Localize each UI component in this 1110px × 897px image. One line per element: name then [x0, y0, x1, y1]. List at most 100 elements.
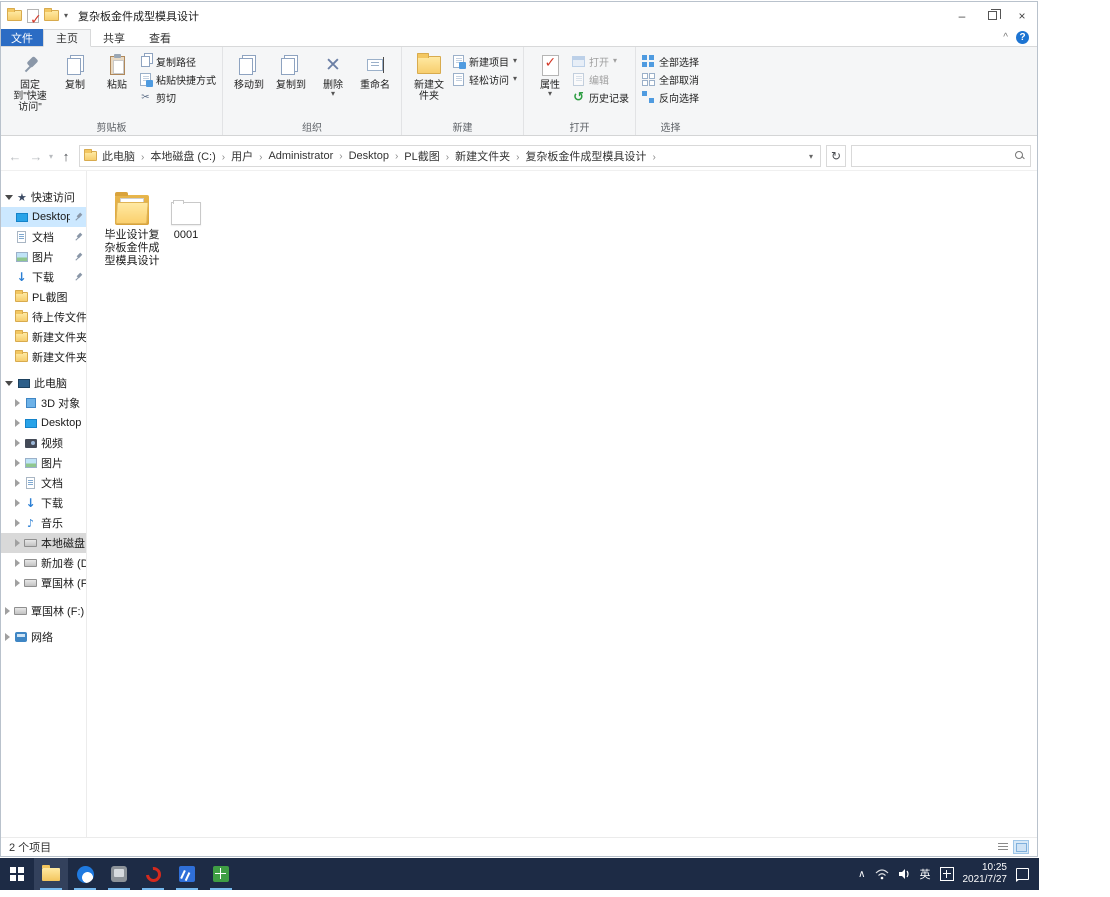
- paste-button[interactable]: 粘贴: [97, 50, 137, 93]
- file-tile-folder[interactable]: 毕业设计复杂板金件成型模具设计: [99, 185, 165, 270]
- sidebar-item-videos[interactable]: 视频: [1, 433, 86, 453]
- hidden-icons-chevron-icon[interactable]: ∧: [858, 869, 865, 880]
- chevron-right-icon[interactable]: [15, 399, 20, 407]
- start-button[interactable]: [0, 858, 34, 890]
- ime-keyboard-icon[interactable]: [939, 867, 954, 881]
- minimize-button[interactable]: –: [947, 2, 977, 29]
- easy-access-button[interactable]: 轻松访问 ▾: [452, 72, 517, 87]
- chevron-right-icon[interactable]: [5, 607, 10, 615]
- taskbar-app-4-button[interactable]: [170, 858, 204, 890]
- taskbar-app-browser-button[interactable]: [68, 858, 102, 890]
- tab-home[interactable]: 主页: [43, 29, 91, 47]
- qat-customize-chevron-icon[interactable]: ▾: [64, 11, 68, 19]
- sidebar-item-pl-screenshots[interactable]: PL截图: [1, 287, 86, 307]
- action-center-icon[interactable]: [1016, 868, 1029, 882]
- chevron-right-icon[interactable]: [5, 633, 10, 641]
- breadcrumb-new-folder[interactable]: 新建文件夹: [452, 148, 522, 164]
- select-all-button[interactable]: 全部选择: [642, 54, 699, 69]
- restore-button[interactable]: [977, 2, 1007, 29]
- chevron-right-icon[interactable]: [15, 539, 20, 547]
- cut-button[interactable]: ✂ 剪切: [139, 90, 216, 105]
- chevron-right-icon[interactable]: [15, 439, 20, 447]
- breadcrumb-administrator[interactable]: Administrator: [265, 150, 345, 162]
- history-button[interactable]: ↺ 历史记录: [572, 90, 629, 105]
- breadcrumb-pl-screenshots[interactable]: PL截图: [401, 148, 452, 164]
- large-icons-view-button[interactable]: [1013, 840, 1029, 854]
- paste-shortcut-button[interactable]: 粘贴快捷方式: [139, 72, 216, 87]
- sidebar-item-pc-documents[interactable]: 文档: [1, 473, 86, 493]
- sidebar-item-3d-objects[interactable]: 3D 对象: [1, 393, 86, 413]
- collapse-ribbon-icon[interactable]: ^: [1003, 32, 1008, 43]
- sidebar-item-drive-f[interactable]: 覃国林 (F:): [1, 573, 86, 593]
- breadcrumb-this-pc[interactable]: 此电脑: [99, 148, 147, 164]
- taskbar-file-explorer-button[interactable]: [34, 858, 68, 890]
- taskbar-clock[interactable]: 10:25 2021/7/27: [963, 862, 1008, 886]
- network-icon[interactable]: [875, 868, 889, 880]
- details-view-button[interactable]: [995, 840, 1011, 854]
- help-icon[interactable]: ?: [1016, 31, 1029, 44]
- up-button[interactable]: ↑: [58, 149, 74, 164]
- copy-path-button[interactable]: 复制路径: [139, 54, 216, 69]
- breadcrumb-desktop[interactable]: Desktop: [346, 150, 402, 162]
- sidebar-this-pc-header[interactable]: 此电脑: [1, 373, 86, 393]
- rename-button[interactable]: 重命名: [355, 50, 395, 93]
- chevron-right-icon[interactable]: [15, 519, 20, 527]
- sidebar-item-new-volume-d[interactable]: 新加卷 (D:): [1, 553, 86, 573]
- open-button[interactable]: 打开 ▾: [572, 54, 629, 69]
- move-to-button[interactable]: ← 移动到: [229, 50, 269, 93]
- search-box[interactable]: [851, 145, 1031, 167]
- chevron-right-icon[interactable]: [15, 559, 20, 567]
- tab-file[interactable]: 文件: [1, 29, 43, 46]
- chevron-down-icon[interactable]: [5, 380, 13, 386]
- sidebar-item-desktop[interactable]: Desktop: [1, 207, 86, 227]
- sidebar-item-music[interactable]: ♪ 音乐: [1, 513, 86, 533]
- new-folder-button[interactable]: 新建文件夹: [408, 50, 450, 104]
- properties-button[interactable]: 属性 ▾: [530, 50, 570, 99]
- sidebar-item-pc-desktop[interactable]: Desktop: [1, 413, 86, 433]
- search-input[interactable]: [857, 150, 1015, 162]
- ime-language-indicator[interactable]: 英: [920, 866, 931, 882]
- sidebar-item-new-folder-2[interactable]: 新建文件夹: [1, 347, 86, 367]
- invert-selection-button[interactable]: 反向选择: [642, 90, 699, 105]
- taskbar-app-3-button[interactable]: [136, 858, 170, 890]
- breadcrumb-c-drive[interactable]: 本地磁盘 (C:): [147, 148, 228, 164]
- delete-button[interactable]: ✕ 删除 ▾: [313, 50, 353, 99]
- qat-new-folder-icon[interactable]: [44, 8, 59, 21]
- copy-button[interactable]: 复制: [55, 50, 95, 93]
- new-item-button[interactable]: 新建项目 ▾: [452, 54, 517, 69]
- select-none-button[interactable]: 全部取消: [642, 72, 699, 87]
- chevron-right-icon[interactable]: [15, 499, 20, 507]
- sidebar-quick-access-header[interactable]: ★ 快速访问: [1, 187, 86, 207]
- chevron-right-icon[interactable]: [15, 419, 20, 427]
- back-button[interactable]: ←: [7, 149, 23, 164]
- sidebar-item-upload-pending[interactable]: 待上传文件: [1, 307, 86, 327]
- chevron-right-icon[interactable]: [15, 459, 20, 467]
- qat-properties-icon[interactable]: [27, 8, 42, 28]
- sidebar-item-pc-downloads[interactable]: ↓ 下载: [1, 493, 86, 513]
- address-bar[interactable]: 此电脑 本地磁盘 (C:) 用户 Administrator Desktop P…: [79, 145, 822, 167]
- sidebar-item-new-folder-1[interactable]: 新建文件夹: [1, 327, 86, 347]
- sidebar-item-pictures[interactable]: 图片: [1, 247, 86, 267]
- sidebar-item-local-disk-c[interactable]: 本地磁盘 (C:): [1, 533, 86, 553]
- sidebar-item-documents[interactable]: 文档: [1, 227, 86, 247]
- forward-button[interactable]: →: [28, 149, 44, 164]
- sidebar-root-drive-f[interactable]: 覃国林 (F:): [1, 601, 86, 621]
- edit-button[interactable]: 编辑: [572, 72, 629, 87]
- file-tile-0001[interactable]: 0001: [169, 185, 203, 244]
- breadcrumb-current-folder[interactable]: 复杂板金件成型模具设计: [522, 148, 658, 164]
- volume-icon[interactable]: [898, 868, 911, 880]
- sidebar-item-downloads[interactable]: ↓ 下载: [1, 267, 86, 287]
- chevron-right-icon[interactable]: [15, 579, 20, 587]
- taskbar-app-5-button[interactable]: [204, 858, 238, 890]
- tab-view[interactable]: 查看: [137, 29, 183, 46]
- taskbar-app-2-button[interactable]: [102, 858, 136, 890]
- pin-to-quick-access-button[interactable]: 固定到"快速访问": [7, 50, 53, 115]
- copy-to-button[interactable]: → 复制到: [271, 50, 311, 93]
- tab-share[interactable]: 共享: [91, 29, 137, 46]
- sidebar-item-pc-pictures[interactable]: 图片: [1, 453, 86, 473]
- refresh-button[interactable]: ↻: [826, 145, 847, 167]
- chevron-down-icon[interactable]: [5, 194, 13, 200]
- close-button[interactable]: ×: [1007, 2, 1037, 29]
- chevron-right-icon[interactable]: [15, 479, 20, 487]
- recent-locations-chevron-icon[interactable]: ▾: [49, 152, 53, 161]
